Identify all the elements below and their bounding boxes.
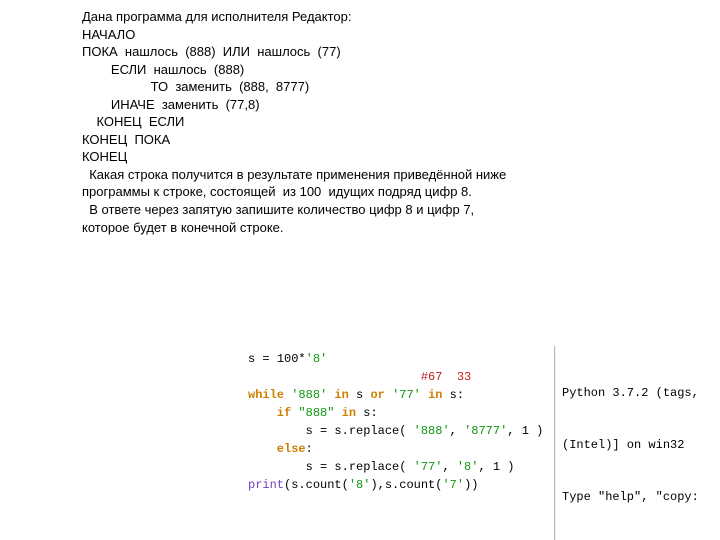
problem-line: Дана программа для исполнителя Редактор:	[82, 8, 602, 26]
code-line: #67 33	[248, 368, 548, 386]
problem-text: Дана программа для исполнителя Редактор:…	[82, 8, 602, 236]
problem-line: Какая строка получится в результате прим…	[82, 166, 602, 184]
problem-line: ТО заменить (888, 8777)	[82, 78, 602, 96]
problem-line: НАЧАЛО	[82, 26, 602, 44]
code-line: s = 100*'8'	[248, 350, 548, 368]
problem-line: КОНЕЦ ПОКА	[82, 131, 602, 149]
code-line: print(s.count('8'),s.count('7'))	[248, 476, 548, 494]
problem-line: ИНАЧЕ заменить (77,8)	[82, 96, 602, 114]
code-line: else:	[248, 440, 548, 458]
problem-line: которое будет в конечной строке.	[82, 219, 602, 237]
ide-panel: s = 100*'8' #67 33 while '888' in s or '…	[242, 346, 720, 540]
problem-line: В ответе через запятую запишите количест…	[82, 201, 602, 219]
code-editor[interactable]: s = 100*'8' #67 33 while '888' in s or '…	[242, 346, 555, 540]
problem-line: КОНЕЦ	[82, 148, 602, 166]
code-line: if "888" in s:	[248, 404, 548, 422]
problem-line: КОНЕЦ ЕСЛИ	[82, 113, 602, 131]
console-line: Python 3.7.2 (tags,	[562, 385, 720, 402]
console-line: (Intel)] on win32	[562, 437, 720, 454]
code-line: s = s.replace( '888', '8777', 1 )	[248, 422, 548, 440]
problem-line: ПОКА нашлось (888) ИЛИ нашлось (77)	[82, 43, 602, 61]
problem-line: программы к строке, состоящей из 100 иду…	[82, 183, 602, 201]
code-line: s = s.replace( '77', '8', 1 )	[248, 458, 548, 476]
console-line: Type "help", "copy:	[562, 489, 720, 506]
python-console[interactable]: Python 3.7.2 (tags, (Intel)] on win32 Ty…	[555, 346, 720, 540]
code-line: while '888' in s or '77' in s:	[248, 386, 548, 404]
problem-line: ЕСЛИ нашлось (888)	[82, 61, 602, 79]
